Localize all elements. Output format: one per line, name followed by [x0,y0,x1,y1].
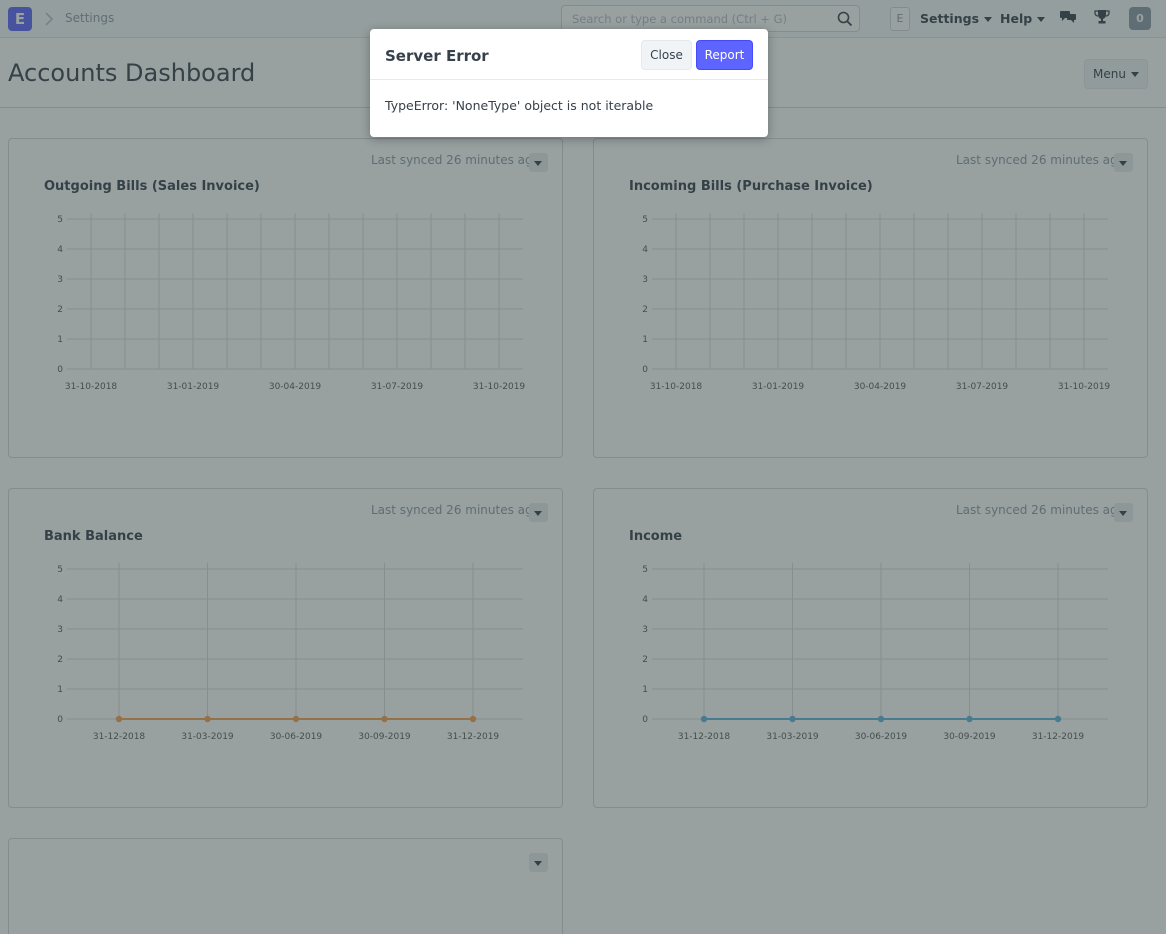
dialog-header: Server Error Close Report [370,29,768,80]
close-button[interactable]: Close [641,40,692,70]
report-button[interactable]: Report [696,40,753,70]
dialog-title: Server Error [385,47,489,65]
error-message: TypeError: 'NoneType' object is not iter… [385,98,654,113]
server-error-dialog: Server Error Close Report TypeError: 'No… [370,29,768,137]
modal-backdrop[interactable] [0,0,1166,934]
